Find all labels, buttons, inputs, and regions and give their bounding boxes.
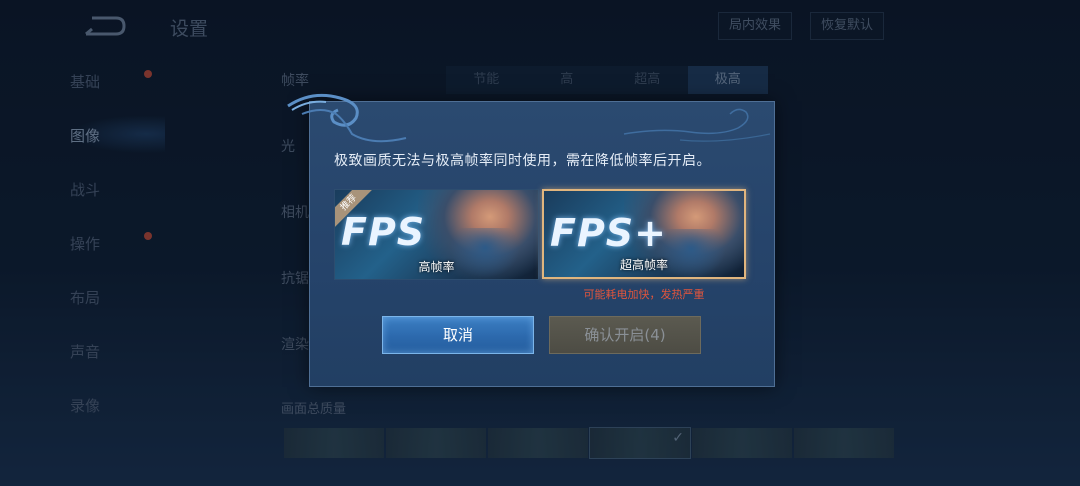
battery-warning: 可能耗电加快，发热严重: [583, 288, 705, 301]
option-label: 超高帧率: [619, 258, 668, 272]
option-high-fps-card[interactable]: FPS 推荐 高帧率: [334, 189, 539, 280]
option-label: 高帧率: [418, 260, 455, 274]
cancel-button[interactable]: 取消: [382, 316, 534, 354]
fps-logo: FPS: [341, 210, 426, 254]
option-ultra-fps-card[interactable]: FPS+ 超高帧率: [542, 189, 746, 279]
fps-plus-logo: FPS+: [550, 211, 668, 255]
frame-rate-dialog: 极致画质无法与极高帧率同时使用，需在降低帧率后开启。 FPS 推荐 高帧率 FP…: [309, 101, 775, 387]
confirm-button[interactable]: 确认开启(4): [549, 316, 701, 354]
dialog-message: 极致画质无法与极高帧率同时使用，需在降低帧率后开启。: [334, 153, 711, 169]
